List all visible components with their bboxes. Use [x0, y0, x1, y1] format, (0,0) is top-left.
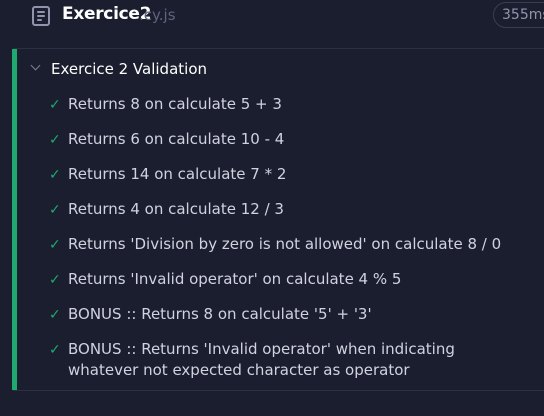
test-title[interactable]: Returns 4 on calculate 12 / 3	[68, 199, 528, 220]
test-title[interactable]: Returns 6 on calculate 10 - 4	[68, 129, 528, 150]
test-title[interactable]: Returns 'Invalid operator' on calculate …	[68, 269, 528, 290]
spec-file-extension: .cy.js	[139, 6, 176, 24]
check-icon: ✓	[49, 202, 61, 218]
test-title[interactable]: BONUS :: Returns 'Invalid operator' when…	[68, 339, 528, 381]
check-icon: ✓	[49, 97, 61, 113]
check-icon: ✓	[49, 342, 61, 358]
check-icon: ✓	[49, 272, 61, 288]
divider	[13, 390, 544, 391]
file-icon	[32, 6, 50, 26]
check-icon: ✓	[49, 237, 61, 253]
test-suite: Exercice 2 Validation ✓ Returns 8 on cal…	[17, 49, 544, 390]
test-title[interactable]: Returns 'Division by zero is not allowed…	[68, 234, 528, 255]
test-title[interactable]: Returns 8 on calculate 5 + 3	[68, 94, 528, 115]
spec-duration-badge: 355ms	[493, 2, 544, 28]
suite-title[interactable]: Exercice 2 Validation	[51, 60, 207, 78]
spec-file-name[interactable]: Exercice2	[62, 4, 151, 24]
check-icon: ✓	[49, 307, 61, 323]
chevron-down-icon[interactable]	[30, 60, 41, 71]
test-title[interactable]: Returns 14 on calculate 7 * 2	[68, 164, 528, 185]
test-title[interactable]: BONUS :: Returns 8 on calculate '5' + '3…	[68, 304, 528, 325]
spec-header[interactable]: Exercice2 .cy.js 355ms	[0, 0, 544, 34]
check-icon: ✓	[49, 167, 61, 183]
suite-header[interactable]: Exercice 2 Validation	[17, 49, 544, 85]
check-icon: ✓	[49, 132, 61, 148]
